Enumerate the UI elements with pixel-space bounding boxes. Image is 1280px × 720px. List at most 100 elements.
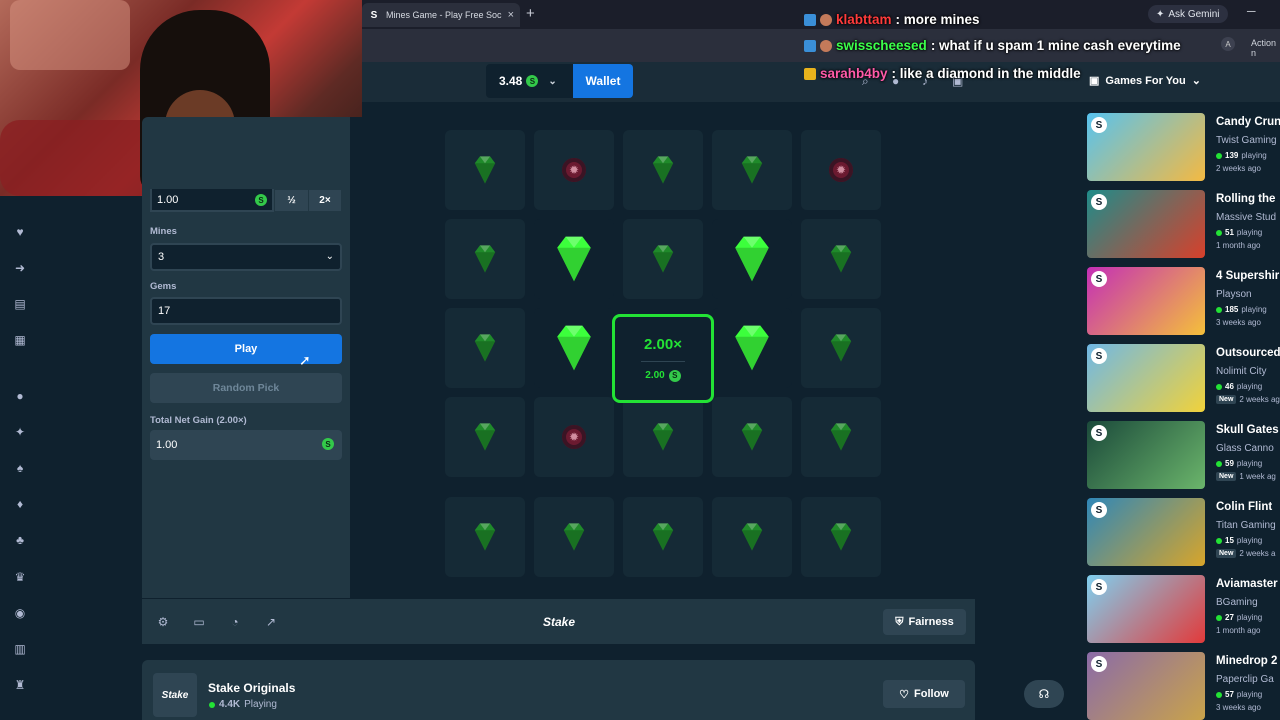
gem-tile[interactable] <box>712 130 792 210</box>
double-bet-button[interactable]: 2× <box>308 190 341 211</box>
revealed-gem-tile[interactable] <box>534 308 614 388</box>
chat-username[interactable]: swisscheesed <box>836 38 927 53</box>
game-card[interactable]: S Minedrop 2 Paperclip Ga 57 playing 3 weeks … <box>1087 652 1280 720</box>
game-title[interactable]: Colin Flint <box>1216 501 1272 513</box>
stats-icon[interactable]: ◔ <box>228 615 242 629</box>
gem-tile[interactable] <box>712 497 792 577</box>
theatre-mode-icon[interactable]: ▭ <box>192 615 206 629</box>
gem-tile[interactable] <box>623 219 703 299</box>
game-age: 3 weeks ago <box>1216 703 1261 712</box>
payout-row: 2.00 S <box>645 369 681 382</box>
gem-tile[interactable] <box>445 130 525 210</box>
game-card[interactable]: S 4 Supershir Playson 185 playing 3 weeks ago <box>1087 267 1280 335</box>
external-link-icon[interactable]: ↗ <box>264 615 278 629</box>
crown-icon[interactable]: ♛ <box>13 570 27 584</box>
game-thumbnail[interactable]: S <box>1087 267 1205 335</box>
gem-tile[interactable] <box>445 308 525 388</box>
chat-message: klabttam: more mines <box>804 12 980 27</box>
revealed-gem-tile[interactable] <box>534 219 614 299</box>
ask-gemini-button[interactable]: ✦ Ask Gemini <box>1148 5 1228 23</box>
gift-icon[interactable]: ▥ <box>13 642 27 656</box>
new-tab-button[interactable]: + <box>526 5 535 22</box>
gem-tile[interactable] <box>445 219 525 299</box>
fire-icon[interactable]: ♦ <box>13 497 27 511</box>
mine-tile[interactable]: ✹ <box>801 130 881 210</box>
gem-tile[interactable] <box>801 308 881 388</box>
online-dot-icon <box>1216 152 1222 159</box>
game-card[interactable]: S Rolling the Massive Stud 51 playing 1 month… <box>1087 190 1280 258</box>
gem-tile[interactable] <box>534 497 614 577</box>
support-nav-icon[interactable]: ◉ <box>13 606 27 620</box>
game-thumbnail[interactable]: S <box>1087 190 1205 258</box>
gem-icon <box>474 156 496 184</box>
document-icon[interactable]: ▦ <box>13 333 27 347</box>
chef-icon[interactable]: ♜ <box>13 678 27 692</box>
games-for-you-header[interactable]: ▣ Games For You ⌄ <box>1089 74 1201 88</box>
half-bet-button[interactable]: ½ <box>275 190 308 211</box>
game-thumbnail[interactable]: S <box>1087 344 1205 412</box>
game-title[interactable]: Aviamaster <box>1216 578 1278 590</box>
shirt-icon[interactable]: ♣ <box>13 533 27 547</box>
game-playing-label: playing <box>1236 690 1263 699</box>
gem-tile[interactable] <box>445 497 525 577</box>
gem-tile[interactable] <box>801 219 881 299</box>
game-card[interactable]: S Aviamaster BGaming 27 playing 1 month ago <box>1087 575 1280 643</box>
chat-username[interactable]: klabttam <box>836 12 892 27</box>
gem-tile[interactable] <box>445 397 525 477</box>
game-thumbnail[interactable]: S <box>1087 498 1205 566</box>
game-age-text: 1 month ago <box>1216 241 1261 250</box>
chat-username[interactable]: sarahb4by <box>820 66 888 81</box>
game-playing-count: 57 <box>1225 690 1234 699</box>
game-card[interactable]: S Colin Flint Titan Gaming 15 playing New 2 we… <box>1087 498 1280 566</box>
game-thumbnail[interactable]: S <box>1087 421 1205 489</box>
arrow-right-icon[interactable]: ➜ <box>13 261 27 275</box>
action-label[interactable]: Action n <box>1251 38 1280 58</box>
gem-tile[interactable] <box>801 497 881 577</box>
game-card[interactable]: S Skull Gates Glass Canno 59 playing New 1 wee… <box>1087 421 1280 489</box>
game-title[interactable]: Minedrop 2 <box>1216 655 1277 667</box>
revealed-gem-tile[interactable] <box>712 219 792 299</box>
gem-tile[interactable] <box>623 397 703 477</box>
mine-tile[interactable]: ✹ <box>534 130 614 210</box>
balance-value: 3.48 <box>499 74 523 88</box>
minimize-button[interactable]: ─ <box>1247 4 1256 18</box>
browser-tab[interactable]: S Mines Game - Play Free Social C × <box>362 3 520 27</box>
profile-avatar[interactable]: A <box>1221 37 1235 51</box>
balance-selector[interactable]: 3.48 S ⌄ <box>486 64 573 98</box>
game-title[interactable]: Skull Gates <box>1216 424 1279 436</box>
multiplier-tile[interactable]: 2.00× 2.00 S <box>612 314 714 403</box>
revealed-gem-tile[interactable] <box>712 308 792 388</box>
sparkle-nav-icon[interactable]: ✦ <box>13 425 27 439</box>
mines-select[interactable]: 3 ⌄ <box>150 243 342 271</box>
controller-icon[interactable]: ♠ <box>13 461 27 475</box>
games-icon[interactable]: ▤ <box>13 297 27 311</box>
game-thumbnail[interactable]: S <box>1087 575 1205 643</box>
game-card[interactable]: S Outsourced Nolimit City 46 playing New 2 wee… <box>1087 344 1280 412</box>
gem-tile[interactable] <box>623 130 703 210</box>
game-title[interactable]: Outsourced <box>1216 347 1280 359</box>
gem-tile[interactable] <box>801 397 881 477</box>
headset-icon[interactable]: ☊ <box>1024 680 1064 708</box>
game-thumbnail[interactable]: S <box>1087 652 1205 720</box>
gem-tile[interactable] <box>623 497 703 577</box>
gem-tile[interactable] <box>712 397 792 477</box>
game-card[interactable]: S Candy Crun Twist Gaming 139 playing 2 weeks… <box>1087 113 1280 181</box>
game-title[interactable]: Rolling the <box>1216 193 1275 205</box>
game-thumbnail[interactable]: S <box>1087 113 1205 181</box>
random-pick-button[interactable]: Random Pick <box>150 373 342 403</box>
game-playing-count: 185 <box>1225 305 1239 314</box>
close-icon[interactable]: × <box>508 9 514 21</box>
follow-button[interactable]: ♡ Follow <box>883 680 965 708</box>
game-title[interactable]: 4 Supershir <box>1216 270 1279 282</box>
heart-icon[interactable]: ♥ <box>13 225 27 239</box>
game-title[interactable]: Candy Crun <box>1216 116 1280 128</box>
settings-icon[interactable]: ⚙ <box>156 615 170 629</box>
stake-icon[interactable]: ● <box>13 389 27 403</box>
play-button[interactable]: Play <box>150 334 342 364</box>
divider <box>641 360 685 362</box>
game-playing-label: playing <box>1236 536 1263 545</box>
wallet-button[interactable]: Wallet <box>573 64 633 98</box>
mine-tile[interactable]: ✹ <box>534 397 614 477</box>
originals-title[interactable]: Stake Originals <box>208 681 295 695</box>
fairness-button[interactable]: ⛨ Fairness <box>883 609 966 635</box>
